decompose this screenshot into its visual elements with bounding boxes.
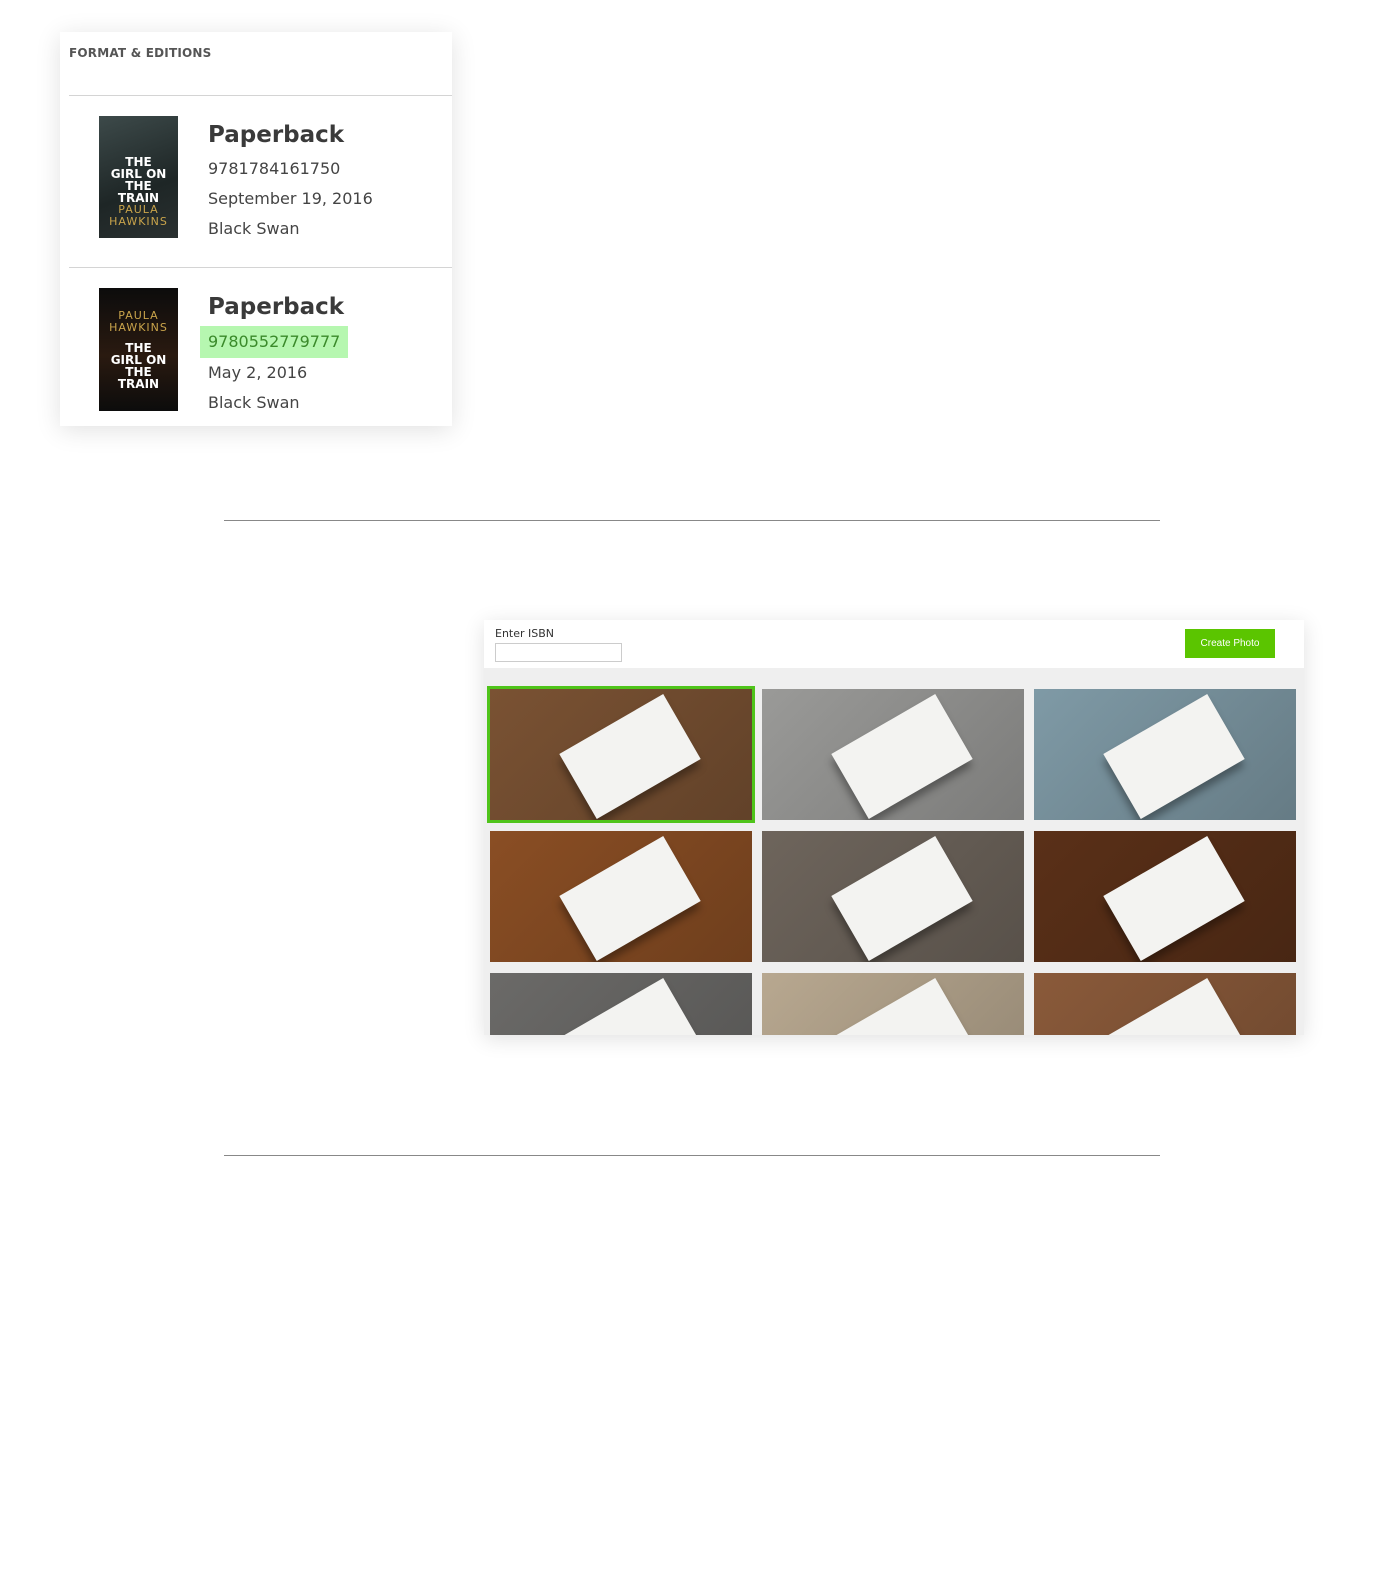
blank-book bbox=[831, 836, 973, 961]
book-cover: PAULA HAWKINS THE GIRL ON THE TRAIN bbox=[99, 288, 178, 411]
edition-format: Paperback bbox=[208, 122, 345, 148]
blank-book bbox=[559, 978, 701, 1035]
photo-option-tiled-table-coffee[interactable] bbox=[490, 973, 752, 1035]
edition-format: Paperback bbox=[208, 294, 345, 320]
edition-date: May 2, 2016 bbox=[208, 363, 308, 382]
edition-date: September 19, 2016 bbox=[208, 189, 373, 208]
edition-item[interactable]: THE GIRL ON THE TRAIN PAULA HAWKINS Pape… bbox=[60, 96, 452, 256]
blank-book bbox=[831, 978, 973, 1035]
blank-book bbox=[1103, 836, 1245, 961]
photo-option-dark-wood-teacup[interactable] bbox=[1034, 831, 1296, 962]
blank-book bbox=[1103, 978, 1245, 1035]
photo-option-wooden-table[interactable] bbox=[490, 831, 752, 962]
section-divider bbox=[224, 1155, 1160, 1156]
cover-title: THE GIRL ON THE TRAIN bbox=[110, 340, 167, 391]
blank-book bbox=[1103, 694, 1245, 819]
photo-tool-panel: Enter ISBN Create Photo bbox=[484, 620, 1304, 1035]
edition-isbn-highlighted: 9780552779777 bbox=[200, 326, 349, 358]
photo-option-blue-painted-wood-plant[interactable] bbox=[1034, 689, 1296, 820]
format-editions-card: FORMAT & EDITIONS THE GIRL ON THE TRAIN … bbox=[60, 32, 452, 426]
edition-isbn: 9781784161750 bbox=[208, 159, 341, 178]
photo-option-table-plant-jars[interactable] bbox=[1034, 973, 1296, 1035]
cover-author: PAULA HAWKINS bbox=[109, 308, 168, 334]
photo-option-weathered-plank[interactable] bbox=[762, 831, 1024, 962]
photo-tool-header: Enter ISBN Create Photo bbox=[484, 620, 1304, 668]
section-divider bbox=[224, 520, 1160, 521]
edition-publisher: Black Swan bbox=[208, 393, 300, 412]
card-title: FORMAT & EDITIONS bbox=[69, 46, 212, 60]
blank-book bbox=[831, 694, 973, 819]
create-photo-button[interactable]: Create Photo bbox=[1185, 629, 1275, 658]
photo-option-lap-backpack[interactable] bbox=[762, 689, 1024, 820]
blank-book bbox=[559, 694, 701, 819]
photo-option-table-salt-pepper[interactable] bbox=[762, 973, 1024, 1035]
blank-book bbox=[559, 836, 701, 961]
isbn-input[interactable] bbox=[495, 643, 622, 662]
edition-publisher: Black Swan bbox=[208, 219, 300, 238]
edition-item[interactable]: PAULA HAWKINS THE GIRL ON THE TRAIN Pape… bbox=[60, 268, 452, 428]
book-cover: THE GIRL ON THE TRAIN PAULA HAWKINS bbox=[99, 116, 178, 238]
photo-option-cafe-table-orange-cups[interactable] bbox=[487, 686, 755, 823]
cover-title: THE GIRL ON THE TRAIN bbox=[110, 155, 167, 205]
cover-author: PAULA HAWKINS bbox=[109, 203, 168, 228]
isbn-label: Enter ISBN bbox=[495, 627, 555, 640]
